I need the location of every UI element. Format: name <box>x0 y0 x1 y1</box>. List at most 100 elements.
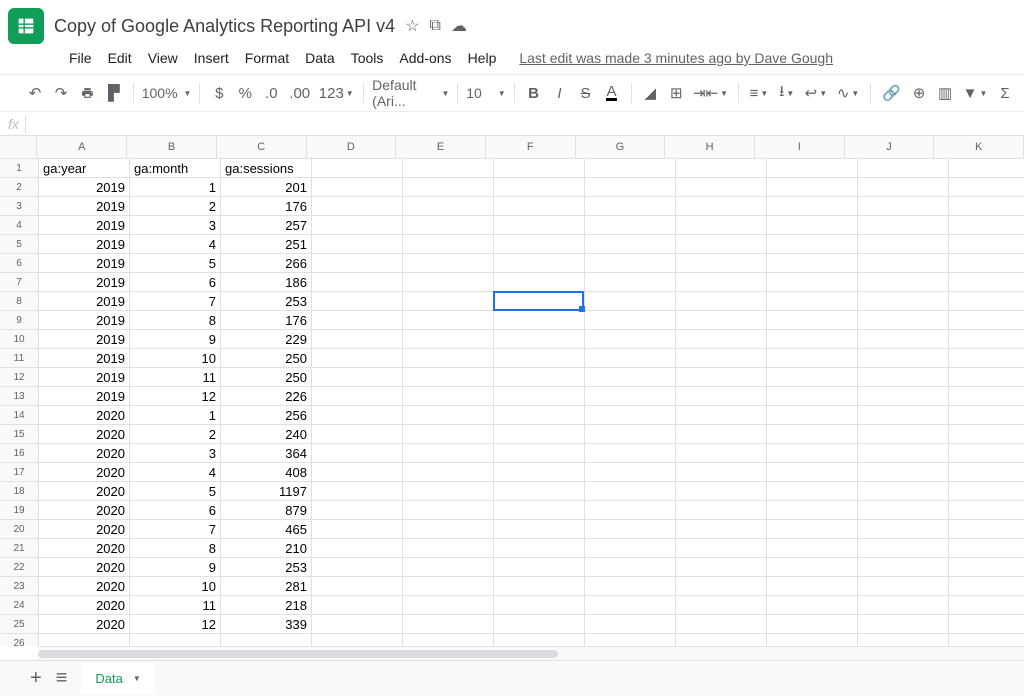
cell[interactable]: 2019 <box>39 178 130 196</box>
cell[interactable] <box>403 596 494 614</box>
cell[interactable] <box>585 292 676 310</box>
cell[interactable] <box>949 387 1024 405</box>
cell[interactable] <box>403 406 494 424</box>
col-header-C[interactable]: C <box>217 136 307 158</box>
col-header-D[interactable]: D <box>307 136 397 158</box>
cell[interactable]: 229 <box>221 330 312 348</box>
cell[interactable]: 2019 <box>39 292 130 310</box>
cell[interactable]: 176 <box>221 311 312 329</box>
cell[interactable] <box>767 501 858 519</box>
cell[interactable]: ga:year <box>39 159 130 177</box>
cell[interactable] <box>767 425 858 443</box>
row-header[interactable]: 25 <box>0 615 38 634</box>
cell[interactable] <box>676 197 767 215</box>
cell[interactable] <box>585 634 676 646</box>
cell[interactable] <box>767 615 858 633</box>
cell[interactable]: 226 <box>221 387 312 405</box>
cell[interactable]: 7 <box>130 292 221 310</box>
cell[interactable]: 266 <box>221 254 312 272</box>
cell[interactable] <box>130 634 221 646</box>
cell[interactable] <box>858 197 949 215</box>
cell[interactable] <box>949 501 1024 519</box>
cell[interactable]: 10 <box>130 349 221 367</box>
menu-insert[interactable]: Insert <box>187 48 236 68</box>
horizontal-scrollbar[interactable] <box>38 646 1024 660</box>
cells-area[interactable]: ga:yearga:monthga:sessions20191201201921… <box>39 159 1024 646</box>
cell[interactable] <box>312 178 403 196</box>
cell[interactable] <box>494 330 585 348</box>
cell[interactable]: 9 <box>130 330 221 348</box>
cell[interactable]: 2019 <box>39 235 130 253</box>
cell[interactable] <box>767 235 858 253</box>
cell[interactable] <box>585 596 676 614</box>
row-header[interactable]: 6 <box>0 254 38 273</box>
cell[interactable] <box>858 596 949 614</box>
cell[interactable] <box>312 273 403 291</box>
cell[interactable] <box>585 254 676 272</box>
cell[interactable]: 8 <box>130 311 221 329</box>
col-header-F[interactable]: F <box>486 136 576 158</box>
cell[interactable] <box>767 349 858 367</box>
cell[interactable]: 408 <box>221 463 312 481</box>
cell[interactable] <box>676 425 767 443</box>
cell[interactable] <box>312 368 403 386</box>
row-header[interactable]: 7 <box>0 273 38 292</box>
cell[interactable] <box>949 273 1024 291</box>
cell[interactable] <box>494 539 585 557</box>
cell[interactable] <box>585 463 676 481</box>
cell[interactable]: 2020 <box>39 463 130 481</box>
cell[interactable] <box>767 292 858 310</box>
bold-icon[interactable]: B <box>523 80 545 106</box>
cell[interactable] <box>403 178 494 196</box>
cell[interactable] <box>767 216 858 234</box>
cell[interactable]: 10 <box>130 577 221 595</box>
cell[interactable] <box>949 596 1024 614</box>
sheets-logo[interactable] <box>8 8 44 44</box>
cell[interactable] <box>494 615 585 633</box>
cell[interactable]: ga:month <box>130 159 221 177</box>
cell[interactable]: 3 <box>130 444 221 462</box>
h-align-icon[interactable]: ≡▼ <box>746 80 771 106</box>
cell[interactable] <box>403 520 494 538</box>
col-header-K[interactable]: K <box>934 136 1024 158</box>
cell[interactable]: 210 <box>221 539 312 557</box>
cell[interactable]: 176 <box>221 197 312 215</box>
cell[interactable] <box>767 444 858 462</box>
cell[interactable] <box>403 273 494 291</box>
menu-edit[interactable]: Edit <box>101 48 139 68</box>
cell[interactable] <box>767 482 858 500</box>
cell[interactable]: 256 <box>221 406 312 424</box>
cell[interactable] <box>403 387 494 405</box>
cell[interactable] <box>767 254 858 272</box>
cell[interactable] <box>312 235 403 253</box>
cell[interactable] <box>676 596 767 614</box>
cell[interactable]: 2 <box>130 197 221 215</box>
move-icon[interactable]: ⧉ <box>430 17 441 35</box>
col-header-I[interactable]: I <box>755 136 845 158</box>
cell[interactable] <box>858 159 949 177</box>
cell[interactable] <box>949 444 1024 462</box>
cell[interactable] <box>949 235 1024 253</box>
cell[interactable] <box>949 520 1024 538</box>
cell[interactable] <box>767 368 858 386</box>
cell[interactable] <box>312 558 403 576</box>
cell[interactable] <box>403 558 494 576</box>
cell[interactable] <box>312 197 403 215</box>
menu-view[interactable]: View <box>141 48 185 68</box>
row-header[interactable]: 18 <box>0 482 38 501</box>
row-header[interactable]: 3 <box>0 197 38 216</box>
cell[interactable] <box>312 444 403 462</box>
cell[interactable] <box>858 501 949 519</box>
cell[interactable] <box>676 539 767 557</box>
cell[interactable] <box>767 197 858 215</box>
cell[interactable] <box>858 330 949 348</box>
cell[interactable]: 11 <box>130 596 221 614</box>
cell[interactable] <box>858 292 949 310</box>
cell[interactable] <box>494 387 585 405</box>
col-header-J[interactable]: J <box>845 136 935 158</box>
print-icon[interactable] <box>76 80 99 106</box>
cell[interactable] <box>312 596 403 614</box>
row-header[interactable]: 20 <box>0 520 38 539</box>
cell[interactable] <box>494 596 585 614</box>
cell[interactable] <box>676 159 767 177</box>
